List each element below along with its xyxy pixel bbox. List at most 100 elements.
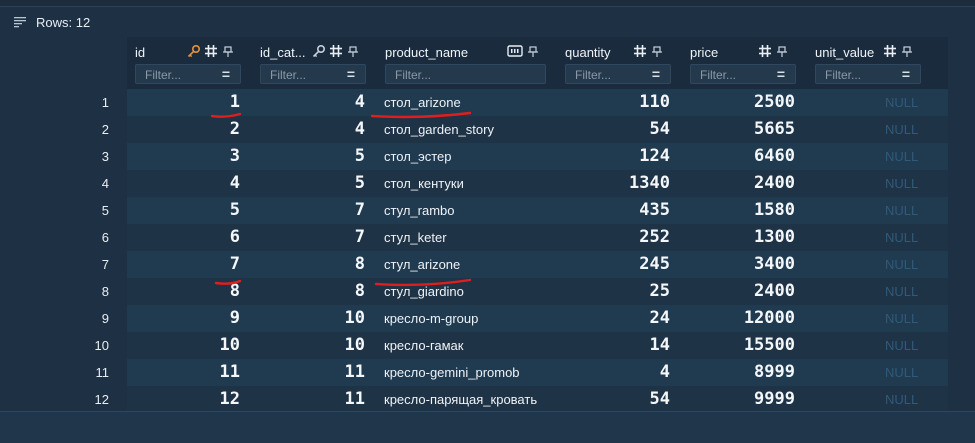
cell-quantity[interactable]: 54 <box>557 116 670 143</box>
cell-unit-value[interactable]: NULL <box>885 116 925 143</box>
cell-price[interactable]: 8999 <box>682 359 795 386</box>
cell-unit-value[interactable]: NULL <box>885 89 925 116</box>
cell-id-cat[interactable]: 11 <box>252 359 365 386</box>
table-row[interactable]: 2 4 стол_garden_story 54 5665 NULL <box>127 116 948 143</box>
cell-id-cat[interactable]: 8 <box>252 278 365 305</box>
cell-product-name[interactable]: кресло-гамак <box>384 332 559 359</box>
cell-quantity[interactable]: 14 <box>557 332 670 359</box>
cell-product-name[interactable]: стул_giardino <box>384 278 559 305</box>
cell-quantity[interactable]: 4 <box>557 359 670 386</box>
cell-unit-value[interactable]: NULL <box>885 359 925 386</box>
column-header-price[interactable]: price Filter... = <box>682 37 807 89</box>
table-row[interactable]: 6 7 стул_keter 252 1300 NULL <box>127 224 948 251</box>
cell-price[interactable]: 2400 <box>682 278 795 305</box>
table-row[interactable]: 9 10 кресло-m-group 24 12000 NULL <box>127 305 948 332</box>
filter-operator-icon[interactable]: = <box>777 66 785 82</box>
filter-operator-icon[interactable]: = <box>902 66 910 82</box>
table-row[interactable]: 8 8 стул_giardino 25 2400 NULL <box>127 278 948 305</box>
hash-icon[interactable] <box>883 44 897 58</box>
cell-id-cat[interactable]: 7 <box>252 197 365 224</box>
cell-price[interactable]: 12000 <box>682 305 795 332</box>
cell-id[interactable]: 5 <box>127 197 240 224</box>
column-header-id[interactable]: id Filter... = <box>127 37 252 89</box>
filter-input-id[interactable]: Filter... = <box>135 64 241 84</box>
filter-operator-icon[interactable]: = <box>347 66 355 82</box>
cell-quantity[interactable]: 435 <box>557 197 670 224</box>
hash-icon[interactable] <box>329 44 343 58</box>
pin-icon[interactable] <box>900 44 914 58</box>
cell-unit-value[interactable]: NULL <box>885 278 925 305</box>
cell-id-cat[interactable]: 4 <box>252 116 365 143</box>
cell-quantity[interactable]: 1340 <box>557 170 670 197</box>
filter-input-id-category[interactable]: Filter... = <box>260 64 366 84</box>
filter-input-price[interactable]: Filter... = <box>690 64 796 84</box>
table-row[interactable]: 3 5 стол_эстер 124 6460 NULL <box>127 143 948 170</box>
filter-operator-icon[interactable]: = <box>222 66 230 82</box>
cell-id[interactable]: 9 <box>127 305 240 332</box>
cell-unit-value[interactable]: NULL <box>885 251 925 278</box>
cell-unit-value[interactable]: NULL <box>885 197 925 224</box>
cell-unit-value[interactable]: NULL <box>885 386 925 413</box>
table-row[interactable]: 1 4 стол_arizone 110 2500 NULL <box>127 89 948 116</box>
pin-icon[interactable] <box>221 44 235 58</box>
filter-input-product-name[interactable]: Filter... <box>385 64 546 84</box>
cell-product-name[interactable]: кресло-парящая_кровать <box>384 386 559 413</box>
cell-id[interactable]: 7 <box>127 251 240 278</box>
cell-unit-value[interactable]: NULL <box>885 143 925 170</box>
cell-id-cat[interactable]: 4 <box>252 89 365 116</box>
cell-id[interactable]: 8 <box>127 278 240 305</box>
filter-operator-icon[interactable]: = <box>652 66 660 82</box>
cell-price[interactable]: 5665 <box>682 116 795 143</box>
table-row[interactable]: 10 10 кресло-гамак 14 15500 NULL <box>127 332 948 359</box>
pin-icon[interactable] <box>650 44 664 58</box>
table-row[interactable]: 4 5 стол_кентуки 1340 2400 NULL <box>127 170 948 197</box>
cell-id-cat[interactable]: 5 <box>252 143 365 170</box>
pin-icon[interactable] <box>346 44 360 58</box>
cell-quantity[interactable]: 25 <box>557 278 670 305</box>
cell-product-name[interactable]: стул_arizone <box>384 251 559 278</box>
cell-price[interactable]: 3400 <box>682 251 795 278</box>
pin-icon[interactable] <box>526 44 540 58</box>
cell-id[interactable]: 1 <box>127 89 240 116</box>
table-row[interactable]: 12 11 кресло-парящая_кровать 54 9999 NULL <box>127 386 948 413</box>
cell-id-cat[interactable]: 8 <box>252 251 365 278</box>
cell-id[interactable]: 4 <box>127 170 240 197</box>
cell-id-cat[interactable]: 7 <box>252 224 365 251</box>
cell-id[interactable]: 2 <box>127 116 240 143</box>
table-row[interactable]: 7 8 стул_arizone 245 3400 NULL <box>127 251 948 278</box>
cell-id[interactable]: 10 <box>127 332 240 359</box>
cell-quantity[interactable]: 110 <box>557 89 670 116</box>
column-header-id-category[interactable]: id_cat... Filter... = <box>252 37 377 89</box>
cell-id-cat[interactable]: 5 <box>252 170 365 197</box>
column-header-unit-value[interactable]: unit_value Filter... = <box>807 37 932 89</box>
cell-price[interactable]: 15500 <box>682 332 795 359</box>
cell-id[interactable]: 6 <box>127 224 240 251</box>
cell-product-name[interactable]: кресло-m-group <box>384 305 559 332</box>
cell-id-cat[interactable]: 10 <box>252 305 365 332</box>
filter-input-quantity[interactable]: Filter... = <box>565 64 671 84</box>
hash-icon[interactable] <box>204 44 218 58</box>
cell-id[interactable]: 11 <box>127 359 240 386</box>
column-header-quantity[interactable]: quantity Filter... = <box>557 37 682 89</box>
cell-product-name[interactable]: стул_rambo <box>384 197 559 224</box>
cell-product-name[interactable]: стол_эстер <box>384 143 559 170</box>
cell-product-name[interactable]: стул_keter <box>384 224 559 251</box>
cell-unit-value[interactable]: NULL <box>885 224 925 251</box>
hash-icon[interactable] <box>633 44 647 58</box>
cell-price[interactable]: 2400 <box>682 170 795 197</box>
cell-product-name[interactable]: стол_garden_story <box>384 116 559 143</box>
cell-product-name[interactable]: стол_arizone <box>384 89 559 116</box>
key-icon[interactable] <box>187 44 201 58</box>
table-row[interactable]: 5 7 стул_rambo 435 1580 NULL <box>127 197 948 224</box>
cell-price[interactable]: 1580 <box>682 197 795 224</box>
cell-quantity[interactable]: 245 <box>557 251 670 278</box>
cell-price[interactable]: 1300 <box>682 224 795 251</box>
cell-price[interactable]: 9999 <box>682 386 795 413</box>
cell-product-name[interactable]: стол_кентуки <box>384 170 559 197</box>
cell-price[interactable]: 6460 <box>682 143 795 170</box>
cell-quantity[interactable]: 24 <box>557 305 670 332</box>
cell-quantity[interactable]: 252 <box>557 224 670 251</box>
table-row[interactable]: 11 11 кресло-gemini_promob 4 8999 NULL <box>127 359 948 386</box>
cell-unit-value[interactable]: NULL <box>885 332 925 359</box>
cell-id-cat[interactable]: 10 <box>252 332 365 359</box>
